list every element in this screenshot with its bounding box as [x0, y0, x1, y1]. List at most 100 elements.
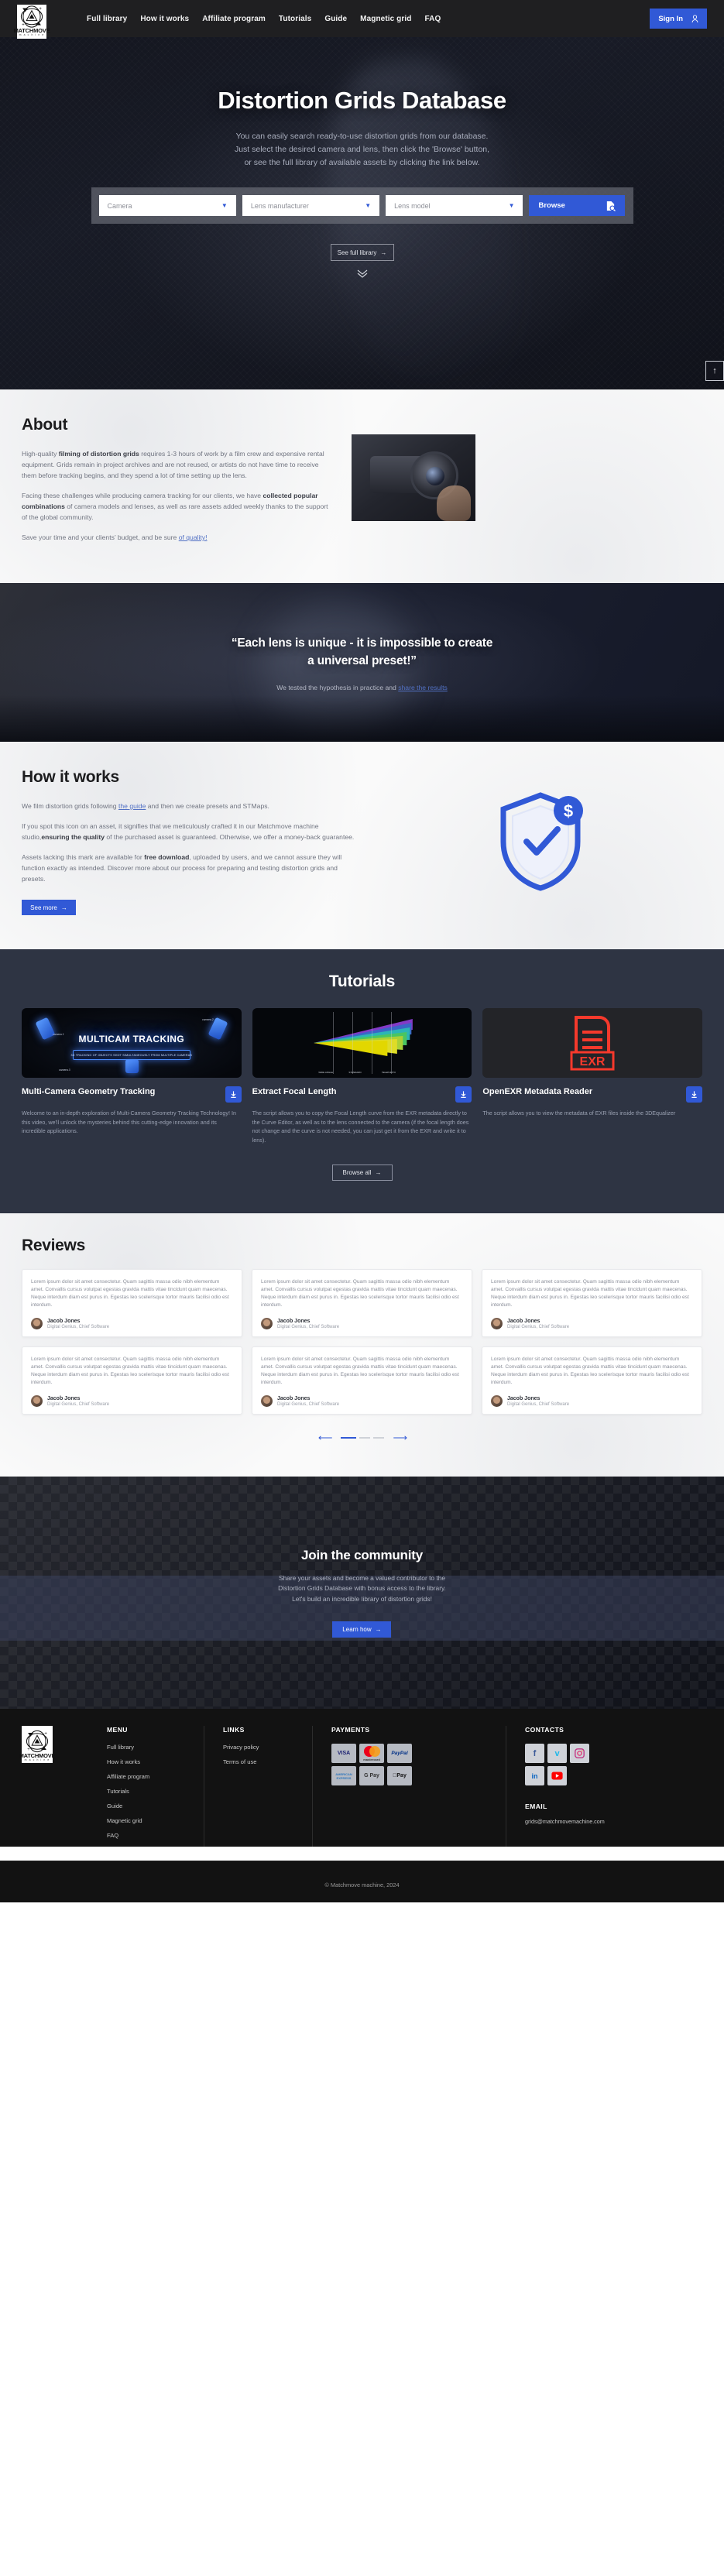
- hand-shape: [437, 485, 471, 521]
- review-author-role: Digital Genius, Chief Software: [507, 1401, 570, 1407]
- tutorial-thumbnail-multicam[interactable]: camera 1 camera 2 camera 3 MULTICAM TRAC…: [22, 1008, 242, 1078]
- footer-link-affiliate-program[interactable]: Affiliate program: [107, 1773, 185, 1780]
- camera-select[interactable]: Camera ▼: [98, 195, 236, 216]
- camera-chip-shape: [125, 1059, 139, 1073]
- browse-all-button[interactable]: Browse all →: [331, 1165, 393, 1181]
- hero-subtitle-line-3: or see the full library of available ass…: [244, 158, 480, 167]
- footer-link-tutorials[interactable]: Tutorials: [107, 1788, 185, 1795]
- landing-page: + + MATCHMOVE m a c h i n e Full library…: [0, 0, 724, 1902]
- quote-text: “Each lens is unique - it is impossible …: [232, 634, 493, 670]
- quote-results-link[interactable]: share the results: [398, 684, 448, 691]
- nav-item-faq[interactable]: FAQ: [424, 15, 441, 23]
- social-icons: f v in: [525, 1744, 643, 1785]
- review-card: Lorem ipsum dolor sit amet consectetur. …: [482, 1269, 702, 1337]
- tutorials-heading: Tutorials: [328, 972, 396, 990]
- review-author: Jacob Jones Digital Genius, Chief Softwa…: [31, 1318, 233, 1329]
- about-quality-link[interactable]: of quality!: [179, 533, 208, 541]
- tutorial-card[interactable]: WIDE ANGLE STANDARD TELEPHOTO Extract Fo…: [252, 1008, 472, 1144]
- review-author-name: Jacob Jones: [47, 1395, 81, 1401]
- nav-item-guide[interactable]: Guide: [324, 15, 347, 23]
- site-logo[interactable]: + + MATCHMOVE m a c h i n e: [14, 5, 50, 39]
- sign-in-button[interactable]: Sign In: [650, 9, 707, 29]
- carousel-dot[interactable]: [372, 1437, 384, 1439]
- lens-model-select[interactable]: Lens model ▼: [386, 195, 523, 216]
- footer-link-how-it-works[interactable]: How it works: [107, 1758, 185, 1765]
- tutorial-thumbnail-exr[interactable]: EXR: [482, 1008, 703, 1078]
- svg-text:mastercard: mastercard: [363, 1758, 380, 1761]
- quality-badge-area: $: [378, 768, 702, 915]
- about-p3-part1: Save your time and your clients’ budget,…: [22, 533, 179, 541]
- review-author-name: Jacob Jones: [277, 1395, 311, 1401]
- browse-all-label: Browse all: [342, 1169, 372, 1176]
- nav-item-magnetic-grid[interactable]: Magnetic grid: [360, 15, 411, 23]
- community-sub-line-3: Let's build an incredible library of dis…: [292, 1594, 432, 1603]
- footer: + + MATCHMOVE m a c h i n e MENU Full li…: [0, 1709, 724, 1902]
- hero-section: Distortion Grids Database You can easily…: [0, 37, 724, 389]
- exr-file-icon: EXR: [570, 1016, 615, 1071]
- scroll-to-top-button[interactable]: ↑: [705, 361, 724, 381]
- footer-link-faq[interactable]: FAQ: [107, 1832, 185, 1839]
- camera-tag-3: camera 3: [59, 1068, 70, 1072]
- youtube-icon[interactable]: [547, 1766, 567, 1785]
- tutorial-card[interactable]: EXR OpenEXR Metadata Reader The script a…: [482, 1008, 703, 1144]
- thumbnail-subtitle: 3D TRACKING OF OBJECTS SHOT SIMULTANEOUS…: [71, 1050, 192, 1060]
- mastercard-icon: mastercard: [359, 1744, 384, 1763]
- nav-item-full-library[interactable]: Full library: [87, 15, 127, 23]
- page-title: Distortion Grids Database: [218, 87, 506, 114]
- footer-link-terms-of-use[interactable]: Terms of use: [223, 1758, 293, 1765]
- arrow-right-icon: →: [60, 904, 67, 911]
- about-p2-part2: of camera models and lenses, as well as …: [22, 503, 328, 521]
- youtube-glyph: [551, 1772, 563, 1780]
- community-sub-line-1: Share your assets and become a valued co…: [278, 1573, 446, 1582]
- hiw-guide-link[interactable]: the guide: [118, 802, 146, 810]
- hiw-paragraph-2: If you spot this icon on an asset, it si…: [22, 821, 362, 842]
- learn-how-button[interactable]: Learn how →: [332, 1621, 392, 1638]
- browse-button[interactable]: Browse: [529, 195, 626, 216]
- review-text: Lorem ipsum dolor sit amet consectetur. …: [261, 1279, 459, 1308]
- about-paragraph-3: Save your time and your clients’ budget,…: [22, 532, 331, 543]
- footer-link-privacy-policy[interactable]: Privacy policy: [223, 1744, 293, 1751]
- carousel-prev-button[interactable]: ⟵: [318, 1432, 333, 1444]
- footer-link-magnetic-grid[interactable]: Magnetic grid: [107, 1817, 185, 1824]
- scroll-down-icon[interactable]: [356, 269, 369, 280]
- svg-text:+: +: [27, 1748, 30, 1752]
- footer-link-full-library[interactable]: Full library: [107, 1744, 185, 1751]
- payment-icons: VISA mastercard PayPal AMERICAN EXPRESS …: [331, 1744, 487, 1785]
- arrow-up-icon: ↑: [712, 366, 717, 376]
- see-more-button[interactable]: See more →: [22, 900, 76, 915]
- vimeo-icon[interactable]: v: [547, 1744, 567, 1763]
- carousel-dot-active[interactable]: [340, 1437, 356, 1439]
- tutorial-title: OpenEXR Metadata Reader: [482, 1087, 593, 1096]
- exr-label: EXR: [580, 1055, 606, 1068]
- avatar: [491, 1395, 503, 1407]
- carousel-dot[interactable]: [359, 1437, 370, 1439]
- quote-foreground-gradient: [0, 695, 724, 742]
- linkedin-icon[interactable]: in: [525, 1766, 544, 1785]
- review-card: Lorem ipsum dolor sit amet consectetur. …: [482, 1346, 702, 1415]
- see-full-library-button[interactable]: See full library →: [330, 244, 394, 261]
- nav-item-affiliate-program[interactable]: Affiliate program: [202, 15, 266, 23]
- review-author-role: Digital Genius, Chief Software: [277, 1324, 340, 1329]
- tutorial-thumbnail-focal[interactable]: WIDE ANGLE STANDARD TELEPHOTO: [252, 1008, 472, 1078]
- download-button[interactable]: [686, 1086, 703, 1103]
- instagram-icon[interactable]: [570, 1744, 589, 1763]
- community-section: Join the community Share your assets and…: [0, 1477, 724, 1709]
- lens-manufacturer-select[interactable]: Lens manufacturer ▼: [242, 195, 380, 216]
- footer-logo[interactable]: + + MATCHMOVE m a c h i n e: [19, 1726, 56, 1763]
- review-author-name: Jacob Jones: [277, 1318, 311, 1324]
- download-button[interactable]: [455, 1086, 472, 1103]
- tutorial-description: Welcome to an in-depth exploration of Mu…: [22, 1110, 236, 1134]
- apple-pay-icon: Pay: [387, 1766, 412, 1785]
- nav-item-how-it-works[interactable]: How it works: [140, 15, 189, 23]
- carousel-next-button[interactable]: ⟶: [393, 1432, 408, 1444]
- facebook-icon[interactable]: f: [525, 1744, 544, 1763]
- nav-item-tutorials[interactable]: Tutorials: [279, 15, 311, 23]
- review-author: Jacob Jones Digital Genius, Chief Softwa…: [491, 1318, 693, 1329]
- review-author-role: Digital Genius, Chief Software: [507, 1324, 570, 1329]
- footer-logo-wordmark: MATCHMOVE: [19, 1752, 56, 1759]
- tutorial-card[interactable]: camera 1 camera 2 camera 3 MULTICAM TRAC…: [22, 1008, 242, 1144]
- download-button[interactable]: [225, 1086, 242, 1103]
- footer-email-value[interactable]: grids@matchmovemachine.com: [525, 1818, 643, 1825]
- footer-link-guide[interactable]: Guide: [107, 1803, 185, 1809]
- camera-tag-1: camera 1: [53, 1033, 64, 1036]
